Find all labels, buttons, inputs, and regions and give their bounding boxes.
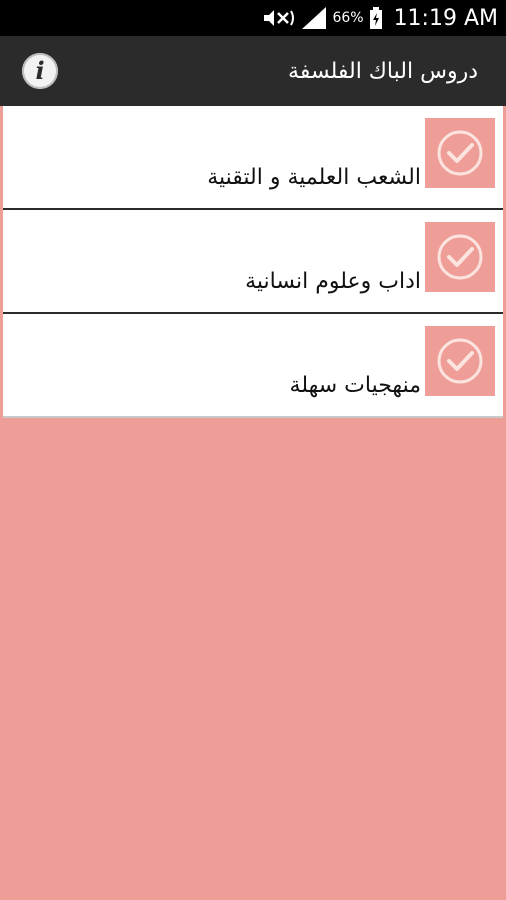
list-item-label: اداب وعلوم انسانية [245,269,421,294]
info-icon: i [35,56,45,85]
lesson-list: الشعب العلمية و التقنية اداب وعلوم انسان… [0,106,506,418]
checkmark-circle-icon [437,130,483,176]
list-item-label: الشعب العلمية و التقنية [207,165,421,190]
list-item-literature-humanities[interactable]: اداب وعلوم انسانية [3,210,503,314]
list-item-label: منهجيات سهلة [289,373,421,398]
list-item-easy-methodologies[interactable]: منهجيات سهلة [3,314,503,418]
checkmark-circle-icon [437,338,483,384]
info-button[interactable]: i [22,53,58,89]
status-bar: 66% 11:19 AM [0,0,506,36]
battery-percent: 66% [332,10,364,26]
signal-icon [302,7,327,29]
item-thumbnail [425,118,495,188]
list-item-scientific-technical[interactable]: الشعب العلمية و التقنية [3,106,503,210]
item-thumbnail [425,326,495,396]
mute-icon [262,7,296,29]
action-bar: i دروس الباك الفلسفة [0,36,506,106]
status-icons: 66% 11:19 AM [262,0,498,36]
battery-charging-icon [369,7,382,29]
clock: 11:19 AM [393,5,498,31]
item-thumbnail [425,222,495,292]
app-title: دروس الباك الفلسفة [288,58,478,84]
checkmark-circle-icon [437,234,483,280]
